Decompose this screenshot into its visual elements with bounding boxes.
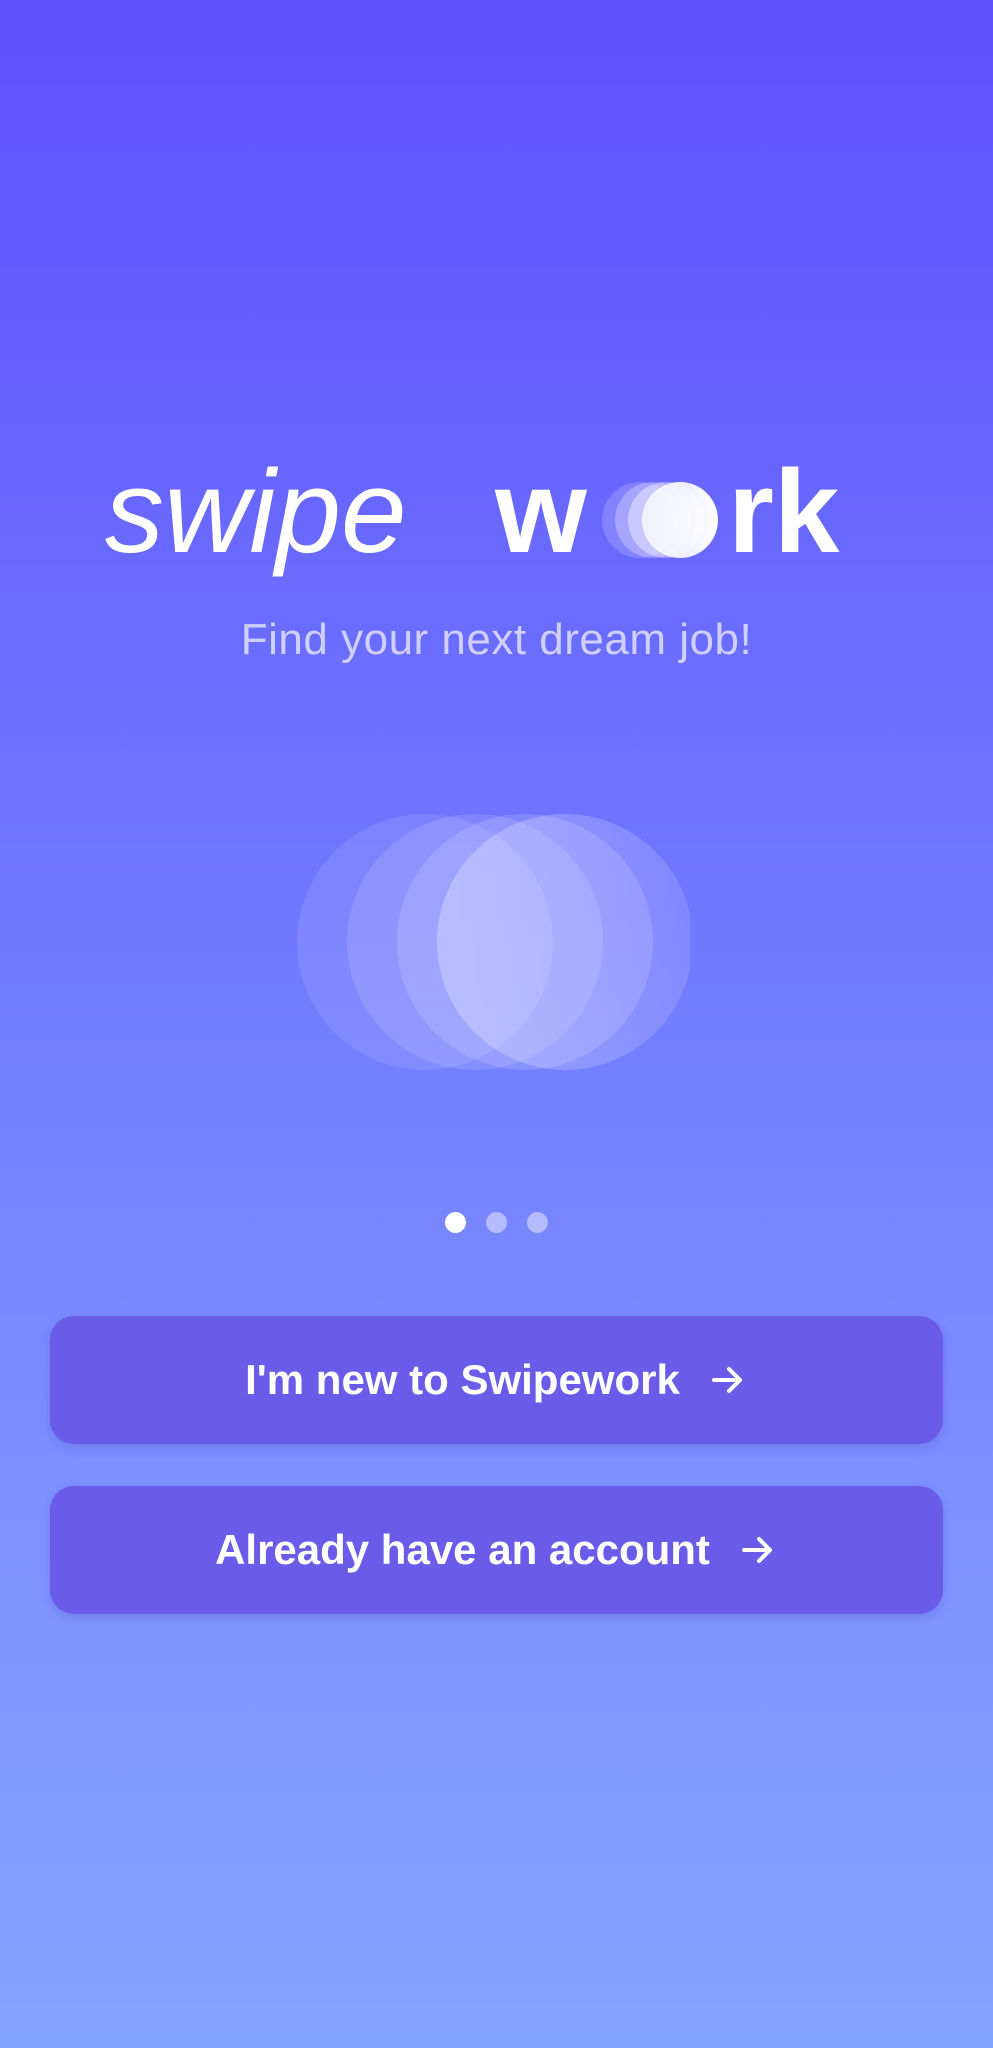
page-dot-3[interactable] [527, 1212, 548, 1233]
motion-circle-4 [437, 814, 690, 1070]
logo-text-swipe: swipe [105, 446, 407, 578]
new-user-button[interactable]: I'm new to Swipework [50, 1316, 943, 1444]
new-user-button-label: I'm new to Swipework [245, 1356, 680, 1403]
swipework-logo: swipe w rk [0, 440, 993, 600]
carousel-page-indicator [0, 1212, 993, 1234]
welcome-screen: swipe w rk Find your next dream job! I'm… [0, 0, 993, 2048]
arrow-right-icon [711, 1367, 742, 1393]
page-dot-2[interactable] [486, 1212, 507, 1233]
logo-text-rk: rk [728, 446, 840, 578]
existing-account-button-label: Already have an account [215, 1526, 710, 1573]
existing-account-button[interactable]: Already have an account [50, 1486, 943, 1614]
logo-wordmark: swipe w rk [105, 446, 840, 578]
tagline: Find your next dream job! [240, 615, 753, 664]
logo-motion-o-icon [602, 482, 718, 558]
logo-text-w: w [494, 446, 588, 578]
swipe-circles-illustration [297, 814, 690, 1070]
page-dot-1[interactable] [445, 1212, 466, 1233]
arrow-right-icon [741, 1537, 772, 1563]
